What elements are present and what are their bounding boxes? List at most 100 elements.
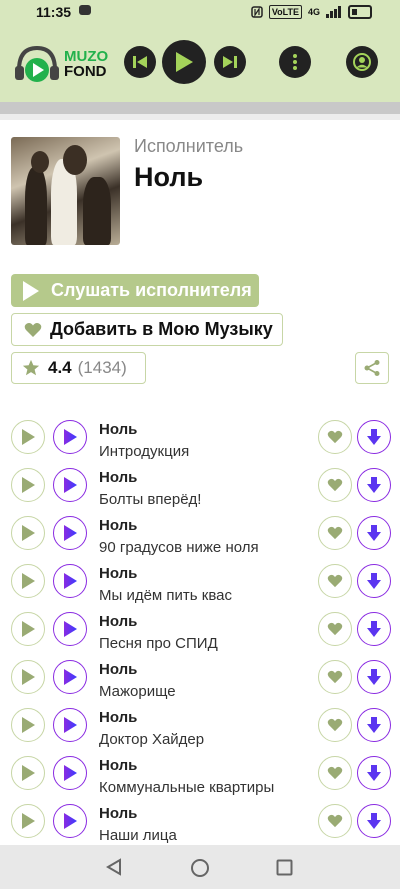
track-title[interactable]: Песня про СПИД — [99, 635, 218, 652]
track-row[interactable]: Ноль Интродукция — [0, 418, 400, 466]
track-title[interactable]: Доктор Хайдер — [99, 731, 204, 748]
play-icon — [22, 429, 35, 445]
track-title[interactable]: Наши лица — [99, 827, 177, 844]
download-track-button[interactable] — [357, 660, 391, 694]
logo-text-bottom: FOND — [64, 63, 107, 80]
play-video-button[interactable] — [53, 468, 87, 502]
track-title[interactable]: Интродукция — [99, 443, 189, 460]
heart-icon — [327, 574, 343, 588]
play-track-button[interactable] — [11, 516, 45, 550]
download-arrow-icon — [367, 669, 381, 685]
track-row[interactable]: Ноль Коммунальные квартиры — [0, 754, 400, 802]
system-navigation-bar — [0, 845, 400, 889]
download-arrow-icon — [367, 765, 381, 781]
play-icon — [176, 52, 193, 72]
previous-track-button[interactable] — [124, 46, 156, 78]
play-video-button[interactable] — [53, 660, 87, 694]
download-track-button[interactable] — [357, 612, 391, 646]
track-artist[interactable]: Ноль — [99, 805, 137, 822]
download-track-button[interactable] — [357, 516, 391, 550]
play-video-button[interactable] — [53, 612, 87, 646]
track-row[interactable]: Ноль Мажорище — [0, 658, 400, 706]
download-track-button[interactable] — [357, 420, 391, 454]
add-to-my-music-button[interactable]: Добавить в Мою Музыку — [11, 313, 283, 346]
share-button[interactable] — [355, 352, 389, 384]
nfc-icon — [251, 6, 263, 18]
like-track-button[interactable] — [318, 612, 352, 646]
more-vertical-icon — [293, 54, 297, 70]
home-circle-icon[interactable] — [190, 858, 210, 878]
play-track-button[interactable] — [11, 756, 45, 790]
download-track-button[interactable] — [357, 708, 391, 742]
status-bar: 11:35 VoLTE 4G — [0, 0, 400, 26]
user-icon — [353, 53, 371, 71]
download-arrow-icon — [367, 525, 381, 541]
like-track-button[interactable] — [318, 660, 352, 694]
play-button[interactable] — [162, 40, 206, 84]
play-icon — [22, 765, 35, 781]
play-gradient-icon — [64, 669, 77, 685]
heart-icon — [327, 478, 343, 492]
track-title[interactable]: Болты вперёд! — [99, 491, 201, 508]
play-video-button[interactable] — [53, 804, 87, 838]
track-title[interactable]: Мажорище — [99, 683, 176, 700]
rating-count: (1434) — [77, 358, 127, 377]
play-track-button[interactable] — [11, 804, 45, 838]
download-track-button[interactable] — [357, 564, 391, 598]
track-title[interactable]: Мы идём пить квас — [99, 587, 232, 604]
battery-icon — [348, 5, 372, 19]
logo-text-top: MUZO — [64, 48, 109, 65]
play-video-button[interactable] — [53, 516, 87, 550]
play-video-button[interactable] — [53, 564, 87, 598]
track-artist[interactable]: Ноль — [99, 565, 137, 582]
play-track-button[interactable] — [11, 564, 45, 598]
like-track-button[interactable] — [318, 708, 352, 742]
like-track-button[interactable] — [318, 564, 352, 598]
play-track-button[interactable] — [11, 708, 45, 742]
like-track-button[interactable] — [318, 516, 352, 550]
track-row[interactable]: Ноль Мы идём пить квас — [0, 562, 400, 610]
like-track-button[interactable] — [318, 804, 352, 838]
heart-icon — [327, 430, 343, 444]
track-artist[interactable]: Ноль — [99, 421, 137, 438]
track-artist[interactable]: Ноль — [99, 613, 137, 630]
recents-square-icon[interactable] — [276, 859, 293, 876]
play-video-button[interactable] — [53, 420, 87, 454]
track-title[interactable]: Коммунальные квартиры — [99, 779, 274, 796]
artist-photo — [11, 137, 120, 245]
play-gradient-icon — [64, 573, 77, 589]
download-track-button[interactable] — [357, 468, 391, 502]
track-row[interactable]: Ноль Наши лица — [0, 802, 400, 850]
track-row[interactable]: Ноль Доктор Хайдер — [0, 706, 400, 754]
download-track-button[interactable] — [357, 756, 391, 790]
track-row[interactable]: Ноль Болты вперёд! — [0, 466, 400, 514]
next-track-button[interactable] — [214, 46, 246, 78]
like-track-button[interactable] — [318, 468, 352, 502]
muzofond-logo[interactable]: MUZO FOND — [14, 44, 108, 84]
message-notification-icon — [79, 5, 91, 15]
track-artist[interactable]: Ноль — [99, 469, 137, 486]
rating-widget[interactable]: 4.4 (1434) — [11, 352, 146, 384]
play-icon — [23, 280, 39, 301]
track-artist[interactable]: Ноль — [99, 661, 137, 678]
track-artist[interactable]: Ноль — [99, 709, 137, 726]
like-track-button[interactable] — [318, 420, 352, 454]
download-track-button[interactable] — [357, 804, 391, 838]
more-menu-button[interactable] — [279, 46, 311, 78]
track-title[interactable]: 90 градусов ниже ноля — [99, 539, 259, 556]
like-track-button[interactable] — [318, 756, 352, 790]
play-track-button[interactable] — [11, 660, 45, 694]
track-row[interactable]: Ноль Песня про СПИД — [0, 610, 400, 658]
track-artist[interactable]: Ноль — [99, 757, 137, 774]
play-track-button[interactable] — [11, 420, 45, 454]
play-track-button[interactable] — [11, 612, 45, 646]
account-button[interactable] — [346, 46, 378, 78]
play-track-button[interactable] — [11, 468, 45, 502]
track-artist[interactable]: Ноль — [99, 517, 137, 534]
listen-artist-button[interactable]: Слушать исполнителя — [11, 274, 259, 307]
play-video-button[interactable] — [53, 708, 87, 742]
play-video-button[interactable] — [53, 756, 87, 790]
track-row[interactable]: Ноль 90 градусов ниже ноля — [0, 514, 400, 562]
back-triangle-icon[interactable] — [105, 858, 123, 876]
network-type: 4G — [307, 7, 320, 17]
